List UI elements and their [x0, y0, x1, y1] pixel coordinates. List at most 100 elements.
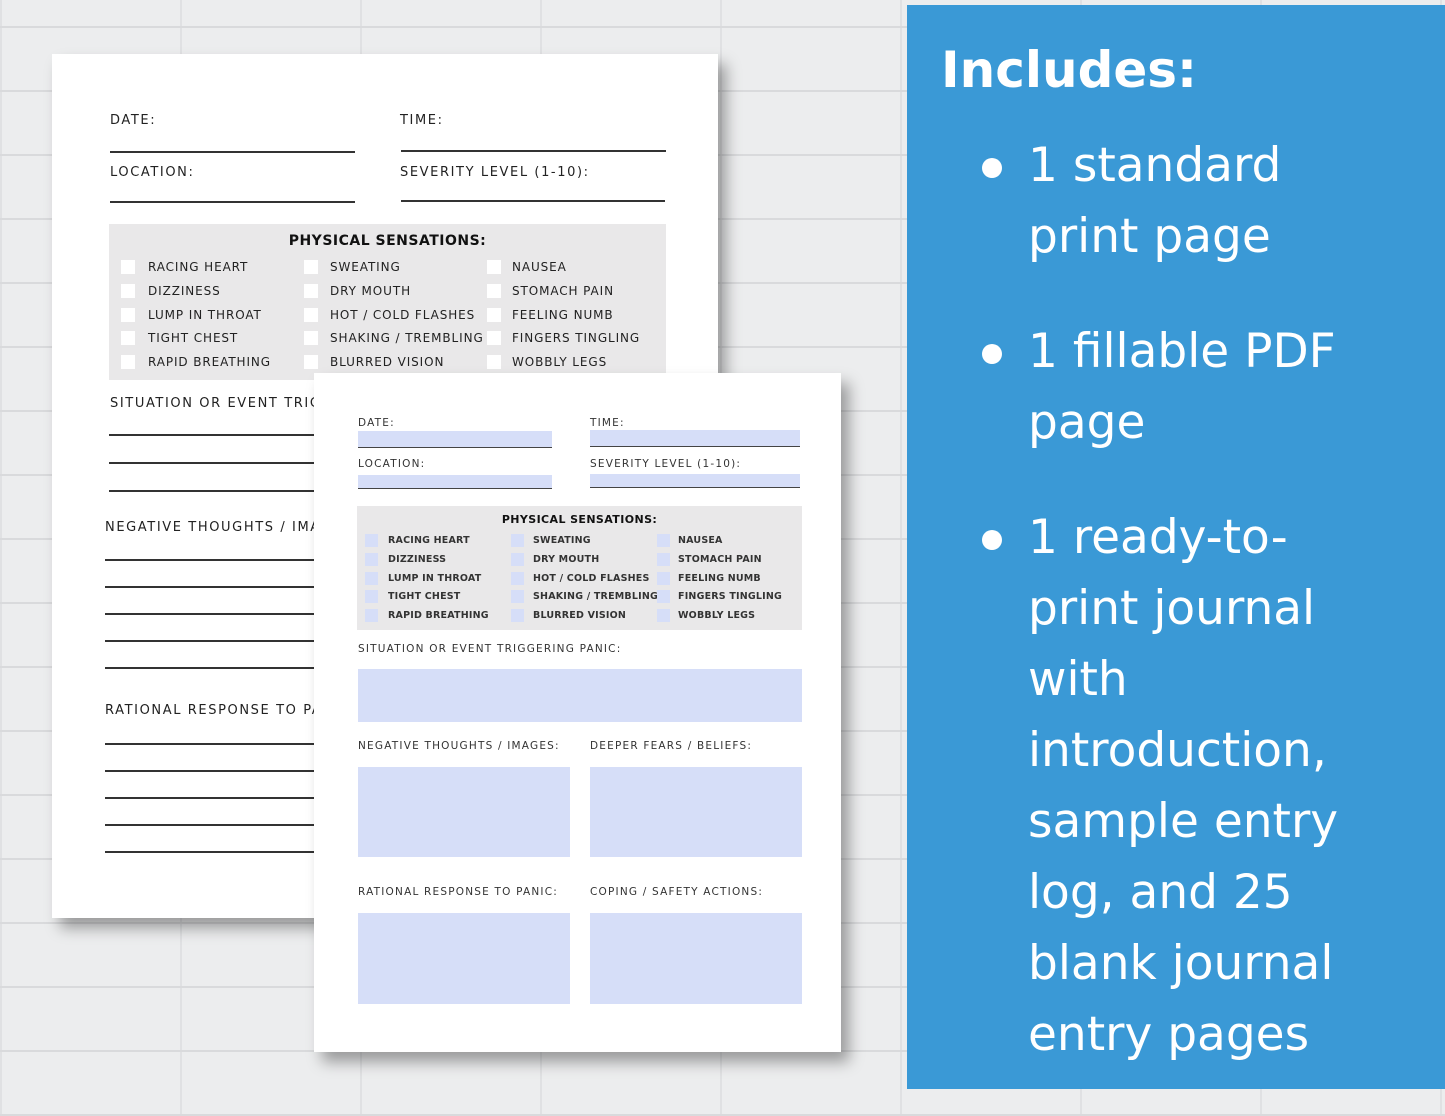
include-item-line: entry pages	[1028, 1007, 1310, 1062]
sensation-label: SHAKING / TREMBLING	[533, 591, 658, 603]
sensation-checkbox[interactable]	[304, 331, 318, 346]
rational-response-label: RATIONAL RESPONSE TO PA	[105, 703, 323, 718]
include-item-line: log, and 25	[1028, 865, 1293, 920]
sensation-checkbox[interactable]	[365, 590, 378, 604]
physical-sensations-box: PHYSICAL SENSATIONS: RACING HEART DIZZINE…	[357, 506, 802, 630]
sensation-label: TIGHT CHEST	[148, 331, 239, 346]
sensation-checkbox[interactable]	[304, 260, 318, 274]
rational-response-label: RATIONAL RESPONSE TO PANIC:	[358, 886, 559, 898]
include-item-line: page	[1028, 395, 1146, 450]
deeper-fears-label: DEEPER FEARS / BELIEFS:	[590, 740, 753, 752]
situation-field[interactable]	[358, 669, 802, 722]
writing-line	[105, 559, 325, 561]
severity-field[interactable]	[590, 474, 800, 488]
sensations-title: PHYSICAL SENSATIONS:	[288, 233, 487, 249]
coping-actions-field[interactable]	[590, 913, 802, 1004]
sensation-checkbox[interactable]	[657, 571, 670, 585]
include-item-line: 1 ready-to-	[1028, 510, 1288, 565]
sensation-label: RAPID BREATHING	[388, 610, 489, 622]
time-label: TIME:	[400, 113, 444, 128]
includes-heading: Includes:	[941, 41, 1198, 99]
sensation-label: LUMP IN THROAT	[148, 307, 262, 322]
sensation-label: RACING HEART	[388, 535, 470, 546]
sensation-label: FEELING NUMB	[678, 572, 761, 584]
severity-label: SEVERITY LEVEL (1-10):	[590, 458, 742, 470]
sensation-label: TIGHT CHEST	[388, 591, 461, 603]
includes-panel: Includes: 1 standard print page 1 fillabl…	[907, 5, 1445, 1089]
sensation-label: SHAKING / TREMBLING	[330, 331, 484, 346]
negative-thoughts-field[interactable]	[358, 767, 570, 857]
sensation-label: BLURRED VISION	[533, 610, 627, 622]
sensation-checkbox[interactable]	[121, 307, 135, 322]
writing-line	[105, 640, 325, 642]
sensation-label: HOT / COLD FLASHES	[330, 307, 476, 322]
writing-line	[105, 613, 325, 615]
situation-label: SITUATION OR EVENT TRIGGERING PANIC:	[358, 643, 622, 655]
sensation-checkbox[interactable]	[121, 283, 135, 298]
writing-line	[105, 586, 325, 588]
writing-line	[105, 770, 325, 772]
sensation-checkbox[interactable]	[487, 260, 501, 274]
fillable-pdf-page: DATE: TIME: LOCATION: SEVERITY LEVEL (1-…	[314, 373, 841, 1052]
sensation-checkbox[interactable]	[365, 552, 378, 566]
date-label: DATE:	[358, 417, 395, 429]
sensation-checkbox[interactable]	[121, 355, 135, 370]
negative-thoughts-label: NEGATIVE THOUGHTS / IMA	[105, 520, 321, 535]
writing-line	[109, 462, 329, 464]
time-line	[401, 150, 666, 152]
severity-label: SEVERITY LEVEL (1-10):	[400, 165, 590, 180]
sensation-checkbox[interactable]	[304, 355, 318, 370]
sensation-checkbox[interactable]	[365, 571, 378, 585]
sensation-checkbox[interactable]	[487, 307, 501, 322]
sensation-checkbox[interactable]	[365, 534, 378, 547]
sensation-checkbox[interactable]	[487, 331, 501, 346]
include-item-line: sample entry	[1028, 794, 1339, 849]
sensation-label: FINGERS TINGLING	[512, 331, 641, 346]
include-item-line: 1 fillable PDF	[1028, 324, 1336, 379]
sensation-checkbox[interactable]	[487, 355, 501, 370]
bullet-icon	[982, 530, 1002, 550]
sensation-checkbox[interactable]	[121, 260, 135, 274]
date-line	[110, 151, 355, 153]
sensation-checkbox[interactable]	[511, 571, 524, 585]
coping-actions-label: COPING / SAFETY ACTIONS:	[590, 886, 764, 898]
sensation-checkbox[interactable]	[304, 283, 318, 298]
date-label: DATE:	[110, 113, 157, 128]
include-item-line: with	[1028, 652, 1128, 707]
include-item-line: print journal	[1028, 581, 1316, 636]
rational-response-field[interactable]	[358, 913, 570, 1004]
include-item-standard-print: 1 standard print page	[982, 130, 1281, 272]
sensation-checkbox[interactable]	[657, 609, 670, 623]
sensation-checkbox[interactable]	[511, 552, 524, 566]
sensation-checkbox[interactable]	[657, 590, 670, 604]
sensation-label: STOMACH PAIN	[678, 553, 762, 565]
sensation-label: HOT / COLD FLASHES	[533, 572, 650, 584]
sensation-checkbox[interactable]	[365, 609, 378, 623]
sensation-label: FEELING NUMB	[512, 307, 614, 322]
sensation-checkbox[interactable]	[657, 552, 670, 566]
sensation-checkbox[interactable]	[304, 307, 318, 322]
severity-line	[401, 200, 665, 202]
sensation-label: LUMP IN THROAT	[388, 572, 482, 584]
sensation-checkbox[interactable]	[511, 609, 524, 623]
sensation-checkbox[interactable]	[511, 590, 524, 604]
location-line	[110, 201, 355, 203]
writing-line	[109, 434, 329, 436]
sensation-checkbox[interactable]	[487, 283, 501, 298]
sensation-checkbox[interactable]	[657, 534, 670, 547]
include-item-line: blank journal	[1028, 936, 1334, 991]
sensation-checkbox[interactable]	[511, 534, 524, 547]
sensation-label: WOBBLY LEGS	[678, 610, 756, 622]
sensation-label: DIZZINESS	[388, 553, 447, 565]
location-field[interactable]	[358, 475, 552, 489]
writing-line	[105, 851, 325, 853]
bullet-icon	[982, 158, 1002, 178]
date-field[interactable]	[358, 431, 552, 448]
include-item-fillable-pdf: 1 fillable PDF page	[982, 316, 1336, 458]
include-item-line: introduction,	[1028, 723, 1327, 778]
location-label: LOCATION:	[110, 165, 195, 180]
deeper-fears-field[interactable]	[590, 767, 802, 857]
sensation-label: NAUSEA	[512, 260, 567, 274]
sensation-checkbox[interactable]	[121, 331, 135, 346]
time-field[interactable]	[590, 430, 800, 447]
